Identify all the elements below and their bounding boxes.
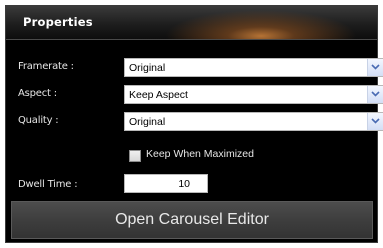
dwell-time-value: 10 <box>178 178 190 190</box>
aspect-dropdown-button[interactable] <box>367 86 383 103</box>
chevron-down-icon <box>371 118 380 124</box>
aspect-select[interactable]: Keep Aspect <box>124 85 383 104</box>
quality-select[interactable]: Original <box>124 112 383 131</box>
aspect-value: Keep Aspect <box>129 89 188 101</box>
quality-dropdown-button[interactable] <box>367 113 383 130</box>
open-carousel-editor-button[interactable]: Open Carousel Editor <box>11 201 373 239</box>
dwell-time-input[interactable]: 10 <box>124 174 208 193</box>
framerate-select[interactable]: Original <box>124 58 383 77</box>
keep-when-maximized-checkbox[interactable] <box>129 150 141 162</box>
chevron-down-icon <box>371 64 380 70</box>
aspect-label: Aspect : <box>18 88 57 99</box>
quality-value: Original <box>129 116 166 128</box>
panel-title: Properties <box>23 15 93 29</box>
framerate-dropdown-button[interactable] <box>367 59 383 76</box>
properties-panel: Properties Framerate : Original Aspect :… <box>5 5 383 243</box>
chevron-down-icon <box>371 91 380 97</box>
keep-when-maximized-label: Keep When Maximized <box>146 148 254 160</box>
properties-header: Properties <box>6 6 377 40</box>
framerate-value: Original <box>129 62 166 74</box>
dwell-time-label: Dwell Time : <box>18 179 78 190</box>
quality-label: Quality : <box>18 115 59 126</box>
framerate-label: Framerate : <box>18 61 74 72</box>
